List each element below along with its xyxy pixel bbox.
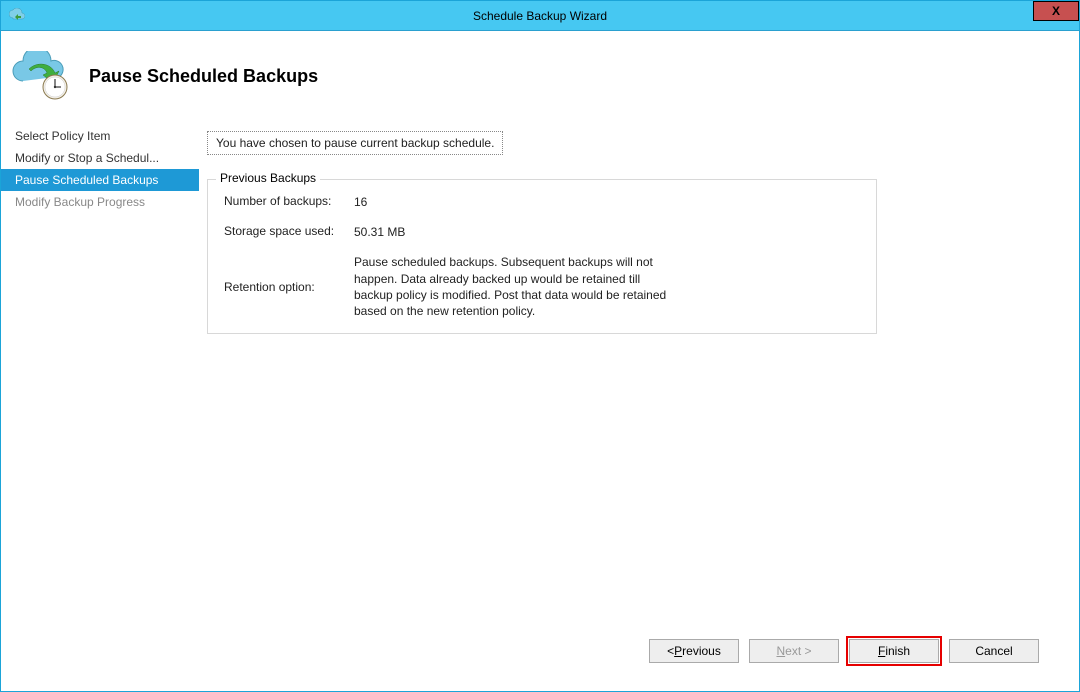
wizard-window: Schedule Backup Wizard X Pause Scheduled… (0, 0, 1080, 692)
cancel-button[interactable]: Cancel (949, 639, 1039, 663)
spacer (207, 334, 1059, 621)
label-retention: Retention option: (224, 280, 354, 294)
next-button: Next > (749, 639, 839, 663)
finish-accel: F (878, 644, 885, 658)
row-storage-space: Storage space used: 50.31 MB (224, 224, 860, 240)
previous-arrow: < (667, 644, 674, 658)
finish-rest: inish (885, 644, 910, 658)
notice-text: You have chosen to pause current backup … (207, 131, 503, 155)
app-icon (9, 8, 25, 24)
row-number-of-backups: Number of backups: 16 (224, 194, 860, 210)
previous-button[interactable]: < Previous (649, 639, 739, 663)
previous-backups-group: Previous Backups Number of backups: 16 S… (207, 179, 877, 334)
value-number-of-backups: 16 (354, 194, 860, 210)
group-title: Previous Backups (216, 171, 320, 185)
wizard-header: Pause Scheduled Backups (1, 31, 1079, 121)
sidebar-item-select-policy[interactable]: Select Policy Item (1, 125, 199, 147)
previous-accel: P (674, 644, 682, 658)
sidebar-item-pause-backups[interactable]: Pause Scheduled Backups (1, 169, 199, 191)
close-button[interactable]: X (1033, 1, 1079, 21)
label-number-of-backups: Number of backups: (224, 194, 354, 210)
label-storage-space: Storage space used: (224, 224, 354, 240)
header-icon (11, 51, 71, 101)
wizard-footer: < Previous Next > Finish Cancel (207, 621, 1059, 681)
row-retention: Retention option: Pause scheduled backup… (224, 254, 860, 319)
wizard-content: You have chosen to pause current backup … (199, 121, 1079, 691)
cancel-label: Cancel (975, 644, 1012, 658)
previous-rest: revious (682, 644, 721, 658)
value-storage-space: 50.31 MB (354, 224, 860, 240)
finish-button[interactable]: Finish (849, 639, 939, 663)
next-rest: ext > (785, 644, 811, 658)
window-title: Schedule Backup Wizard (473, 9, 607, 23)
wizard-steps-sidebar: Select Policy Item Modify or Stop a Sche… (1, 121, 199, 691)
title-bar: Schedule Backup Wizard X (1, 1, 1079, 31)
sidebar-item-modify-stop[interactable]: Modify or Stop a Schedul... (1, 147, 199, 169)
wizard-body: Select Policy Item Modify or Stop a Sche… (1, 121, 1079, 691)
sidebar-item-modify-progress: Modify Backup Progress (1, 191, 199, 213)
value-retention: Pause scheduled backups. Subsequent back… (354, 254, 674, 319)
next-accel: N (776, 644, 785, 658)
page-title: Pause Scheduled Backups (89, 66, 318, 87)
close-icon: X (1052, 4, 1060, 18)
